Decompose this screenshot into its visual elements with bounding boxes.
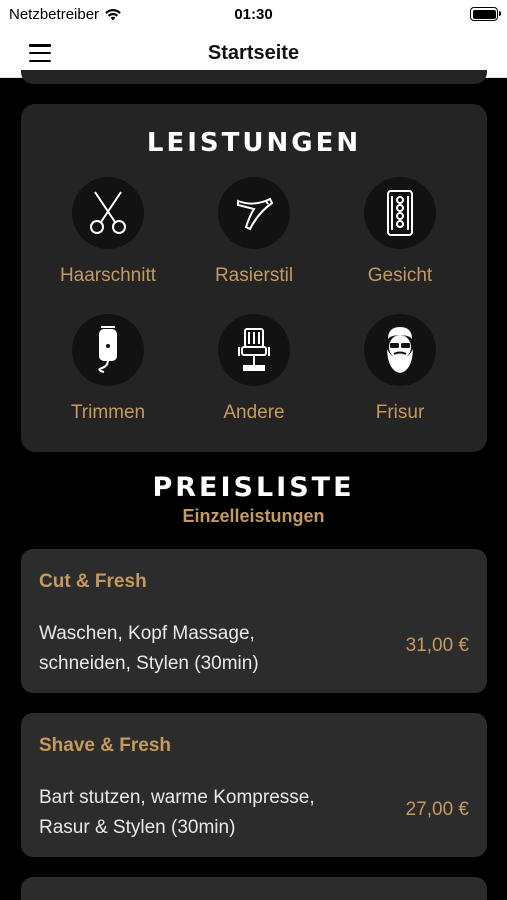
- service-label: Frisur: [375, 402, 425, 423]
- price-item-name: Shave & Fresh: [39, 735, 171, 756]
- clock: 01:30: [234, 6, 273, 23]
- straight-razor-icon: [237, 197, 274, 231]
- price-card-cut-fresh[interactable]: Cut & Fresh Waschen, Kopf Massage, schne…: [21, 549, 487, 693]
- razor-blade-icon: [387, 190, 413, 236]
- scissors-icon: [90, 191, 126, 234]
- battery-icon: [470, 7, 501, 21]
- bearded-man-icon: [387, 327, 413, 373]
- service-label: Haarschnitt: [59, 265, 157, 286]
- service-rasierstil[interactable]: Rasierstil: [184, 177, 324, 287]
- pricelist-title: PREISLISTE: [152, 472, 355, 503]
- description-line: schneiden, Stylen (30min): [39, 653, 259, 674]
- service-trimmen[interactable]: Trimmen: [38, 314, 178, 424]
- price-item-description: Waschen, Kopf Massage, schneiden, Stylen…: [39, 619, 359, 679]
- description-line: Bart stutzen, warme Kompresse,: [39, 787, 315, 808]
- description-line: Waschen, Kopf Massage,: [39, 623, 255, 644]
- services-title: LEISTUNGEN: [146, 128, 362, 158]
- service-haarschnitt[interactable]: Haarschnitt: [38, 177, 178, 287]
- price-value: 27,00 €: [405, 799, 469, 820]
- previous-card-edge: [21, 70, 487, 84]
- page-title: Startseite: [207, 42, 300, 64]
- hair-clipper-icon: [98, 326, 117, 373]
- status-bar: Netzbetreiber 01:30: [0, 0, 507, 30]
- service-label: Rasierstil: [214, 265, 294, 286]
- service-label: Gesicht: [367, 265, 433, 286]
- price-value: 31,00 €: [405, 635, 469, 656]
- service-label: Trimmen: [70, 402, 146, 423]
- service-gesicht[interactable]: Gesicht: [330, 177, 470, 287]
- price-card-next[interactable]: [21, 877, 487, 900]
- price-item-description: Bart stutzen, warme Kompresse, Rasur & S…: [39, 783, 359, 843]
- price-item-name: Cut & Fresh: [39, 571, 147, 592]
- services-card: LEISTUNGEN Haarschnitt Rasierstil Gesich…: [21, 104, 487, 452]
- pricelist-subtitle: Einzelleistungen: [182, 506, 325, 526]
- price-card-shave-fresh[interactable]: Shave & Fresh Bart stutzen, warme Kompre…: [21, 713, 487, 857]
- barber-chair-icon: [238, 328, 270, 371]
- service-frisur[interactable]: Frisur: [330, 314, 470, 424]
- description-line: Rasur & Stylen (30min): [39, 817, 236, 838]
- service-label: Andere: [223, 402, 285, 423]
- service-andere[interactable]: Andere: [184, 314, 324, 424]
